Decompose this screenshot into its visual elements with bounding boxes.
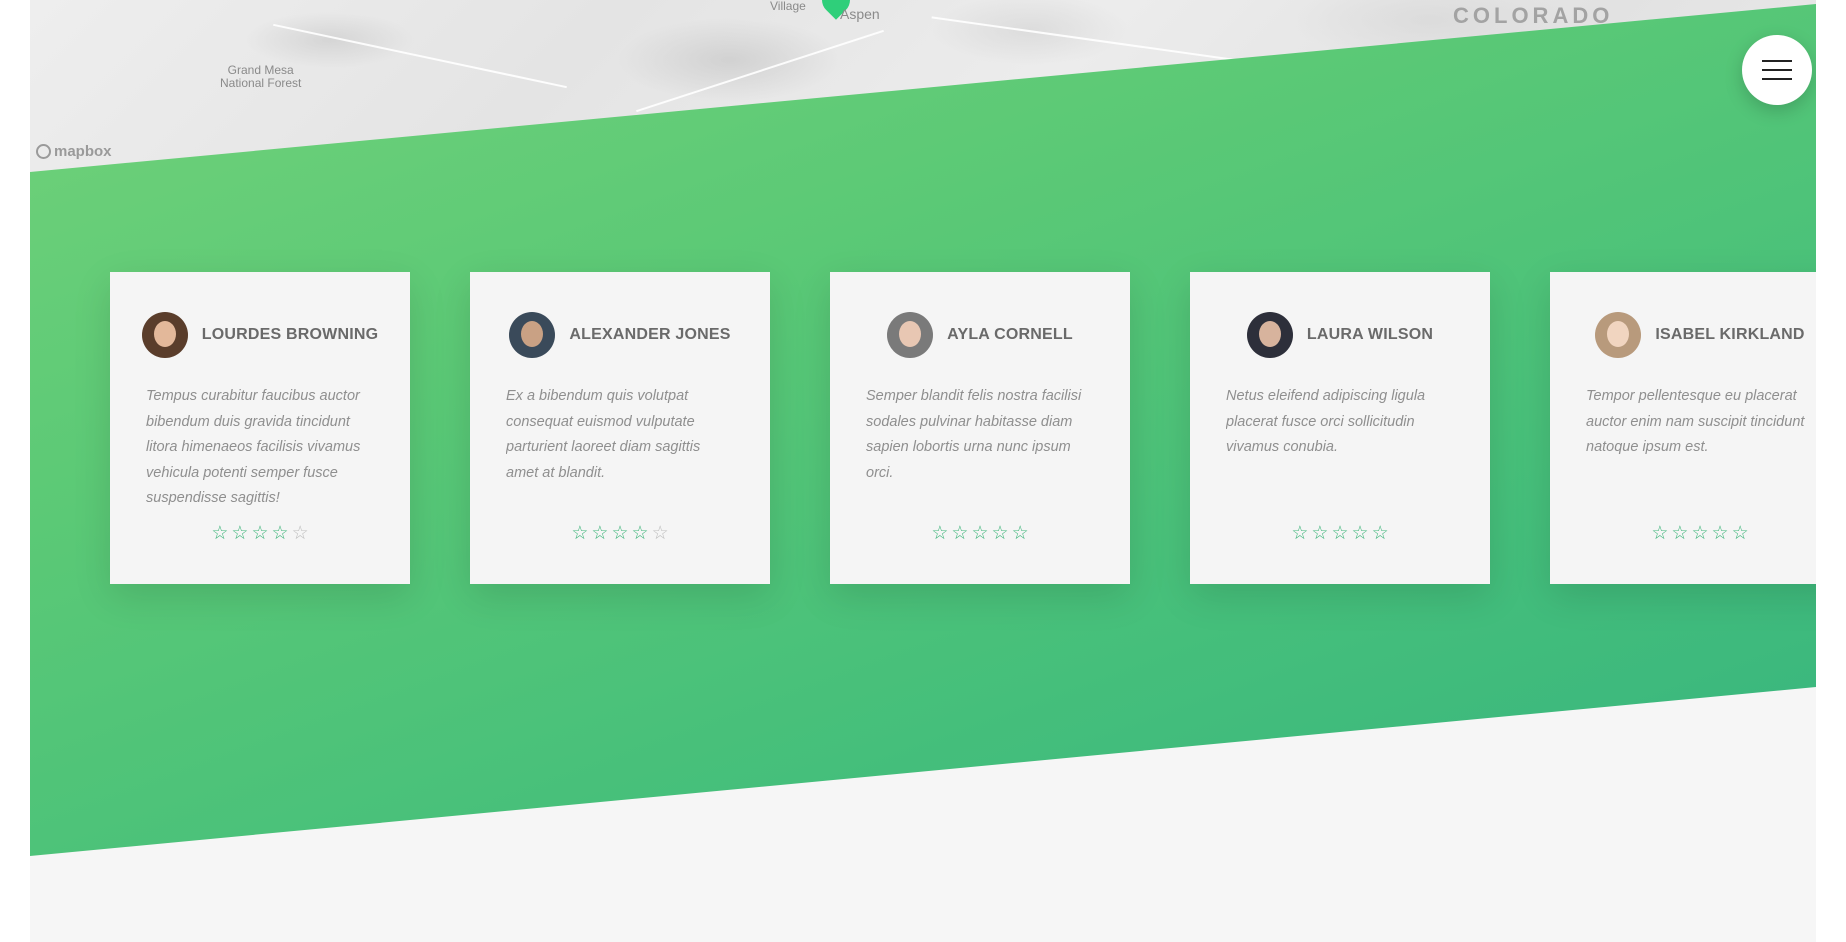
star-filled-icon: ☆ (611, 522, 629, 544)
star-filled-icon: ☆ (631, 522, 649, 544)
testimonial-card: LOURDES BROWNING Tempus curabitur faucibu… (110, 272, 410, 584)
testimonial-name: AYLA CORNELL (947, 326, 1073, 343)
testimonial-quote: Tempus curabitur faucibus auctor bibendu… (146, 388, 361, 506)
testimonial-card: ISABEL KIRKLAND Tempor pellentesque eu pl… (1550, 272, 1816, 584)
avatar-face (1607, 321, 1630, 347)
testimonial-quote: Tempor pellentesque eu placerat auctor e… (1586, 388, 1805, 455)
hamburger-icon (1762, 78, 1792, 80)
star-filled-icon: ☆ (1011, 522, 1029, 544)
page: Village Aspen Grand Mesa National Forest… (30, 0, 1816, 942)
testimonial-name: ALEXANDER JONES (569, 326, 731, 343)
star-filled-icon: ☆ (1331, 522, 1349, 544)
avatar (509, 312, 556, 358)
map-label-grand-mesa: Grand Mesa National Forest (220, 63, 302, 90)
mapbox-label: mapbox (54, 143, 112, 160)
testimonial-header: LOURDES BROWNING (141, 312, 378, 358)
testimonial-card: ALEXANDER JONES Ex a bibendum quis volutp… (470, 272, 770, 584)
map-state-label: COLORADO (1453, 3, 1614, 28)
avatar (887, 312, 934, 358)
star-rating: ☆ ☆ ☆ ☆ ☆ (470, 522, 770, 544)
star-filled-icon: ☆ (1711, 522, 1729, 544)
avatar (141, 312, 188, 358)
star-rating: ☆ ☆ ☆ ☆ ☆ (830, 522, 1130, 544)
star-filled-icon: ☆ (1311, 522, 1329, 544)
star-filled-icon: ☆ (591, 522, 609, 544)
avatar-face (1258, 321, 1281, 347)
avatar (1246, 312, 1293, 358)
mapbox-attribution[interactable]: mapbox (36, 143, 112, 160)
star-filled-icon: ☆ (1691, 522, 1709, 544)
map-label-aspen: Aspen (840, 6, 880, 22)
star-filled-icon: ☆ (271, 522, 289, 544)
menu-button[interactable] (1742, 35, 1812, 105)
star-filled-icon: ☆ (1671, 522, 1689, 544)
star-filled-icon: ☆ (1351, 522, 1369, 544)
testimonial-name: ISABEL KIRKLAND (1655, 326, 1805, 343)
hamburger-icon (1762, 60, 1792, 62)
testimonial-quote: Netus eleifend adipiscing ligula placera… (1226, 388, 1426, 455)
star-filled-icon: ☆ (1651, 522, 1669, 544)
star-rating: ☆ ☆ ☆ ☆ ☆ (1190, 522, 1490, 544)
testimonial-header: LAURA WILSON (1226, 312, 1454, 358)
testimonial-card: AYLA CORNELL Semper blandit felis nostra … (830, 272, 1130, 584)
hamburger-icon (1762, 69, 1792, 71)
testimonial-name: LAURA WILSON (1306, 326, 1434, 343)
testimonial-card: LAURA WILSON Netus eleifend adipiscing li… (1190, 272, 1490, 584)
star-filled-icon: ☆ (1291, 522, 1309, 544)
testimonial-header: ALEXANDER JONES (506, 312, 734, 358)
star-empty-icon: ☆ (651, 522, 669, 544)
avatar-face (521, 321, 544, 347)
testimonial-quote: Ex a bibendum quis volutpat consequat eu… (506, 388, 701, 481)
avatar-face (899, 321, 922, 347)
star-filled-icon: ☆ (1731, 522, 1749, 544)
star-rating: ☆ ☆ ☆ ☆ ☆ (110, 522, 410, 544)
star-filled-icon: ☆ (231, 522, 249, 544)
map-label-village: Village (770, 0, 806, 13)
mapbox-logo-icon (36, 144, 51, 159)
testimonial-quote: Semper blandit felis nostra facilisi sod… (866, 388, 1082, 481)
star-filled-icon: ☆ (931, 522, 949, 544)
star-filled-icon: ☆ (211, 522, 229, 544)
star-filled-icon: ☆ (951, 522, 969, 544)
star-rating: ☆ ☆ ☆ ☆ ☆ (1550, 522, 1816, 544)
testimonial-name: LOURDES BROWNING (201, 326, 379, 343)
star-filled-icon: ☆ (991, 522, 1009, 544)
testimonial-header: ISABEL KIRKLAND (1586, 312, 1814, 358)
avatar (1595, 312, 1642, 358)
avatar-face (153, 321, 176, 347)
star-filled-icon: ☆ (571, 522, 589, 544)
star-empty-icon: ☆ (291, 522, 309, 544)
star-filled-icon: ☆ (971, 522, 989, 544)
testimonial-header: AYLA CORNELL (866, 312, 1094, 358)
star-filled-icon: ☆ (251, 522, 269, 544)
star-filled-icon: ☆ (1371, 522, 1389, 544)
